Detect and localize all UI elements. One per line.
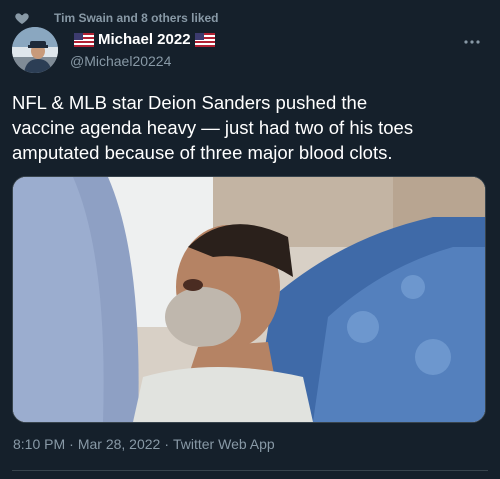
tweet-media-image[interactable] xyxy=(12,176,486,423)
divider xyxy=(12,470,488,471)
us-flag-icon xyxy=(74,32,94,47)
heart-icon xyxy=(15,13,29,24)
social-context-label: Tim Swain and 8 others liked xyxy=(54,11,219,25)
tweet-text: NFL & MLB star Deion Sanders pushed the … xyxy=(12,92,414,163)
tweet-date[interactable]: Mar 28, 2022 xyxy=(78,436,161,452)
tweet-time[interactable]: 8:10 PM xyxy=(13,436,65,452)
author-name-row[interactable]: Michael 2022 xyxy=(70,31,219,48)
meta-separator: · xyxy=(69,436,74,452)
tweet-source: Twitter Web App xyxy=(172,436,275,452)
tweet-card: Tim Swain and 8 others liked Michael 202… xyxy=(0,0,500,479)
tweet-meta: 8:10 PM · Mar 28, 2022 · Twitter Web App xyxy=(13,436,275,452)
more-options-icon[interactable] xyxy=(462,32,482,52)
author-handle[interactable]: @Michael20224 xyxy=(70,53,171,69)
avatar[interactable] xyxy=(12,27,58,73)
social-context[interactable]: Tim Swain and 8 others liked xyxy=(12,10,219,26)
meta-separator: · xyxy=(164,436,169,452)
author-display-name: Michael 2022 xyxy=(98,31,191,48)
us-flag-icon xyxy=(194,32,215,47)
